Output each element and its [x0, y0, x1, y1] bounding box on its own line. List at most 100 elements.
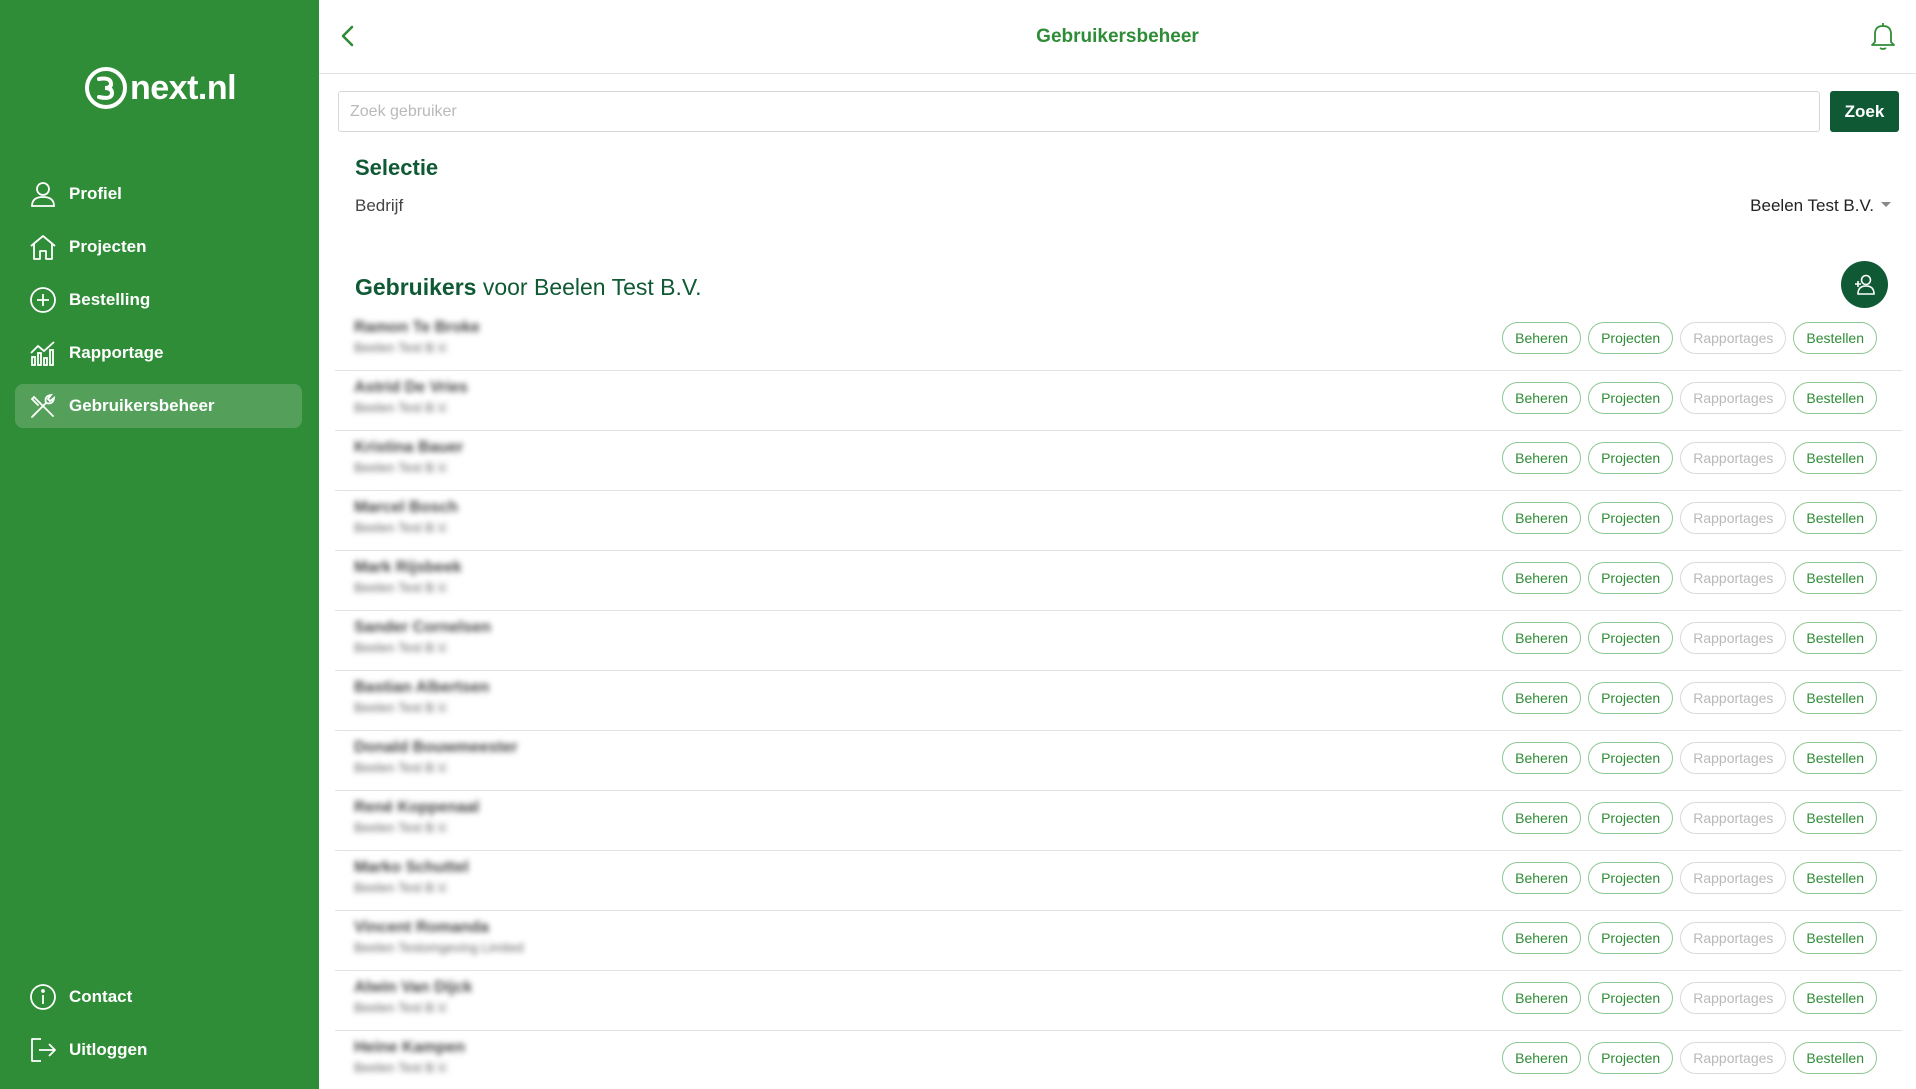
projects-button[interactable]: Projecten: [1588, 622, 1674, 654]
user-name: Alwin Van Dijck: [354, 979, 473, 996]
company-select[interactable]: Beelen Test B.V.: [1750, 196, 1891, 216]
order-button[interactable]: Bestellen: [1793, 442, 1877, 474]
user-company: Beelen Test B.V.: [354, 760, 449, 775]
manage-button[interactable]: Beheren: [1502, 322, 1582, 354]
manage-button[interactable]: Beheren: [1502, 862, 1582, 894]
reports-button[interactable]: Rapportages: [1680, 742, 1787, 774]
reports-button[interactable]: Rapportages: [1680, 322, 1787, 354]
order-button[interactable]: Bestellen: [1793, 562, 1877, 594]
sidebar-item-rapportage[interactable]: Rapportage: [15, 331, 302, 375]
company-select-value: Beelen Test B.V.: [1750, 196, 1874, 215]
order-button[interactable]: Bestellen: [1793, 622, 1877, 654]
user-name: Ramon Te Broke: [354, 319, 480, 336]
user-row: Marcel Bosch Beelen Test B.V. Beheren Pr…: [335, 491, 1902, 551]
search-button[interactable]: Zoek: [1830, 91, 1899, 132]
user-name: Donald Bouwmeester: [354, 739, 518, 756]
reports-button[interactable]: Rapportages: [1680, 922, 1787, 954]
sidebar-item-contact[interactable]: Contact: [15, 975, 302, 1019]
sidebar-bottom-nav: Contact Uitloggen: [15, 975, 302, 1081]
reports-button[interactable]: Rapportages: [1680, 862, 1787, 894]
order-button[interactable]: Bestellen: [1793, 862, 1877, 894]
users-heading-company: voor Beelen Test B.V.: [476, 274, 702, 300]
bell-icon[interactable]: [1867, 20, 1899, 52]
sidebar-item-label: Profiel: [69, 184, 122, 203]
manage-button[interactable]: Beheren: [1502, 1042, 1582, 1074]
user-name: Sander Cornelsen: [354, 619, 491, 636]
sidebar-item-uitloggen[interactable]: Uitloggen: [15, 1028, 302, 1072]
projects-button[interactable]: Projecten: [1588, 442, 1674, 474]
projects-button[interactable]: Projecten: [1588, 322, 1674, 354]
projects-button[interactable]: Projecten: [1588, 802, 1674, 834]
sidebar-item-label: Projecten: [69, 237, 147, 256]
manage-button[interactable]: Beheren: [1502, 682, 1582, 714]
user-company: Beelen Test B.V.: [354, 340, 449, 355]
manage-button[interactable]: Beheren: [1502, 802, 1582, 834]
sidebar-item-profiel[interactable]: Profiel: [15, 172, 302, 216]
projects-button[interactable]: Projecten: [1588, 562, 1674, 594]
manage-button[interactable]: Beheren: [1502, 982, 1582, 1014]
reports-button[interactable]: Rapportages: [1680, 442, 1787, 474]
manage-button[interactable]: Beheren: [1502, 382, 1582, 414]
users-heading: Gebruikers voor Beelen Test B.V.: [355, 274, 702, 301]
user-actions: Beheren Projecten Rapportages Bestellen: [1495, 922, 1877, 954]
user-actions: Beheren Projecten Rapportages Bestellen: [1495, 862, 1877, 894]
user-actions: Beheren Projecten Rapportages Bestellen: [1495, 382, 1877, 414]
user-name: Mark Rijsbeek: [354, 559, 462, 576]
user-row: Heine Kampen Beelen Test B.V. Beheren Pr…: [335, 1031, 1902, 1089]
projects-button[interactable]: Projecten: [1588, 502, 1674, 534]
order-button[interactable]: Bestellen: [1793, 1042, 1877, 1074]
user-row: Marko Schuttel Beelen Test B.V. Beheren …: [335, 851, 1902, 911]
reports-button[interactable]: Rapportages: [1680, 982, 1787, 1014]
order-button[interactable]: Bestellen: [1793, 742, 1877, 774]
sidebar-item-projecten[interactable]: Projecten: [15, 225, 302, 269]
user-company: Beelen Testomgeving Limited: [354, 940, 524, 955]
user-row: Astrid De Vries Beelen Test B.V. Beheren…: [335, 371, 1902, 431]
projects-button[interactable]: Projecten: [1588, 742, 1674, 774]
projects-button[interactable]: Projecten: [1588, 922, 1674, 954]
projects-button[interactable]: Projecten: [1588, 982, 1674, 1014]
reports-button[interactable]: Rapportages: [1680, 382, 1787, 414]
users-heading-bold: Gebruikers: [355, 274, 477, 300]
reports-button[interactable]: Rapportages: [1680, 682, 1787, 714]
order-button[interactable]: Bestellen: [1793, 922, 1877, 954]
projects-button[interactable]: Projecten: [1588, 382, 1674, 414]
order-button[interactable]: Bestellen: [1793, 382, 1877, 414]
manage-button[interactable]: Beheren: [1502, 562, 1582, 594]
projects-button[interactable]: Projecten: [1588, 1042, 1674, 1074]
user-actions: Beheren Projecten Rapportages Bestellen: [1495, 1042, 1877, 1074]
manage-button[interactable]: Beheren: [1502, 742, 1582, 774]
projects-button[interactable]: Projecten: [1588, 862, 1674, 894]
app-logo[interactable]: next.nl: [84, 66, 237, 110]
order-button[interactable]: Bestellen: [1793, 802, 1877, 834]
user-actions: Beheren Projecten Rapportages Bestellen: [1495, 322, 1877, 354]
add-user-button[interactable]: [1841, 261, 1888, 308]
user-name: Kristina Bauer: [354, 439, 464, 456]
order-button[interactable]: Bestellen: [1793, 682, 1877, 714]
projects-button[interactable]: Projecten: [1588, 682, 1674, 714]
user-name: Astrid De Vries: [354, 379, 468, 396]
reports-button[interactable]: Rapportages: [1680, 622, 1787, 654]
reports-button[interactable]: Rapportages: [1680, 502, 1787, 534]
info-icon: [30, 984, 56, 1010]
search-input[interactable]: [338, 91, 1820, 132]
user-company: Beelen Test B.V.: [354, 520, 449, 535]
top-header: Gebruikersbeheer: [319, 0, 1916, 74]
sidebar-item-gebruikersbeheer[interactable]: Gebruikersbeheer: [15, 384, 302, 428]
reports-button[interactable]: Rapportages: [1680, 802, 1787, 834]
manage-button[interactable]: Beheren: [1502, 502, 1582, 534]
page-title: Gebruikersbeheer: [1036, 26, 1199, 47]
reports-button[interactable]: Rapportages: [1680, 562, 1787, 594]
manage-button[interactable]: Beheren: [1502, 622, 1582, 654]
order-button[interactable]: Bestellen: [1793, 322, 1877, 354]
home-icon: [30, 235, 56, 260]
sidebar-item-label: Uitloggen: [69, 1040, 148, 1059]
sidebar-item-bestelling[interactable]: Bestelling: [15, 278, 302, 322]
manage-button[interactable]: Beheren: [1502, 442, 1582, 474]
order-button[interactable]: Bestellen: [1793, 982, 1877, 1014]
user-row: Bastian Albertsen Beelen Test B.V. Beher…: [335, 671, 1902, 731]
order-button[interactable]: Bestellen: [1793, 502, 1877, 534]
add-user-icon: [1854, 274, 1875, 295]
user-actions: Beheren Projecten Rapportages Bestellen: [1495, 742, 1877, 774]
reports-button[interactable]: Rapportages: [1680, 1042, 1787, 1074]
manage-button[interactable]: Beheren: [1502, 922, 1582, 954]
